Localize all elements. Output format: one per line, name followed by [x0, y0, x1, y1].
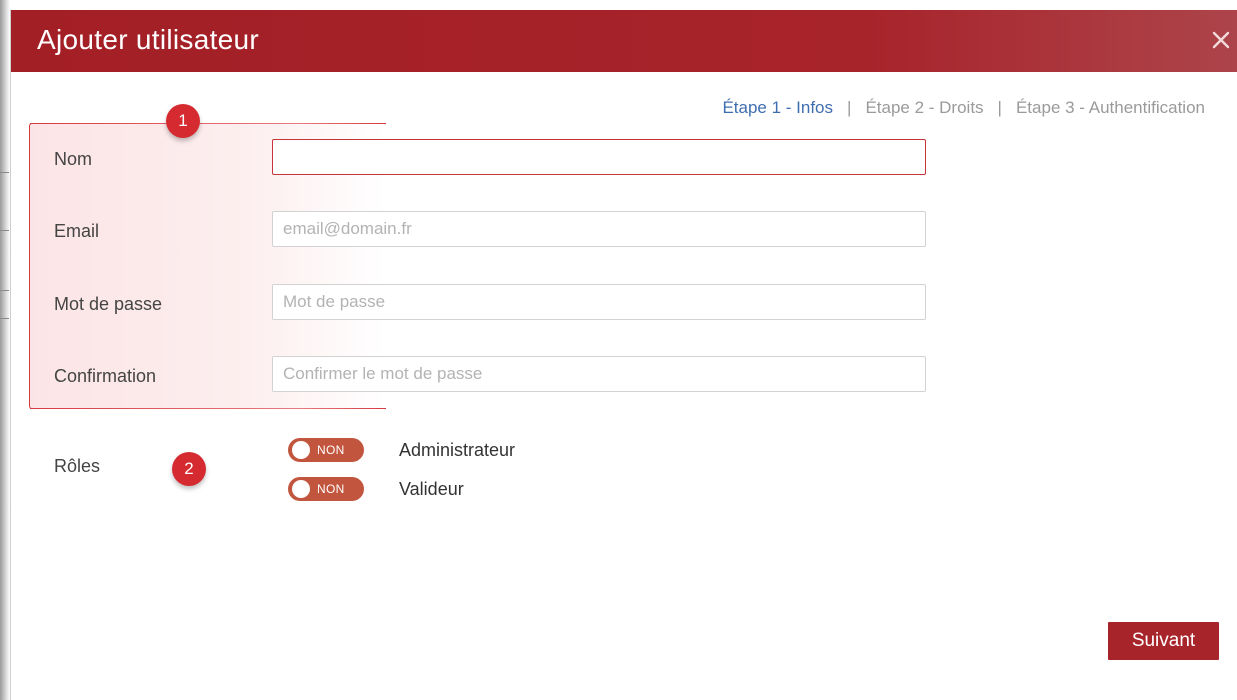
- wizard-steps: Étape 1 - Infos | Étape 2 - Droits | Étape 3…: [722, 98, 1205, 118]
- roles-label: Rôles: [54, 456, 101, 476]
- close-icon[interactable]: [1208, 27, 1234, 53]
- email-field[interactable]: [272, 211, 926, 247]
- step-separator: |: [997, 98, 1002, 117]
- annotation-badge-2: 2: [172, 452, 206, 486]
- email-label: Email: [54, 221, 100, 241]
- toggle-state-label: NON: [317, 443, 345, 457]
- toggle-knob: [292, 480, 310, 498]
- password-label: Mot de passe: [54, 294, 163, 314]
- administrateur-toggle[interactable]: NON: [288, 438, 364, 462]
- toggle-state-label: NON: [317, 482, 345, 496]
- background-page-edge: [0, 0, 10, 700]
- next-button[interactable]: Suivant: [1108, 622, 1219, 660]
- dialog-title: Ajouter utilisateur: [37, 24, 260, 55]
- confirmation-field[interactable]: [272, 356, 926, 392]
- dialog-header: Ajouter utilisateur: [11, 10, 1237, 72]
- step-1-infos[interactable]: Étape 1 - Infos: [722, 98, 833, 117]
- confirmation-label: Confirmation: [54, 366, 157, 386]
- nom-field[interactable]: [272, 139, 926, 175]
- password-field[interactable]: [272, 284, 926, 320]
- valideur-label: Valideur: [399, 479, 464, 499]
- step-2-droits[interactable]: Étape 2 - Droits: [865, 98, 983, 117]
- annotation-badge-1: 1: [166, 104, 200, 138]
- step-separator: |: [847, 98, 852, 117]
- step-3-authentification[interactable]: Étape 3 - Authentification: [1016, 98, 1205, 117]
- administrateur-label: Administrateur: [399, 440, 516, 460]
- nom-label: Nom: [54, 149, 93, 169]
- valideur-toggle[interactable]: NON: [288, 477, 364, 501]
- toggle-knob: [292, 441, 310, 459]
- add-user-dialog: Ajouter utilisateur Étape 1 - Infos | Étap…: [10, 10, 1237, 700]
